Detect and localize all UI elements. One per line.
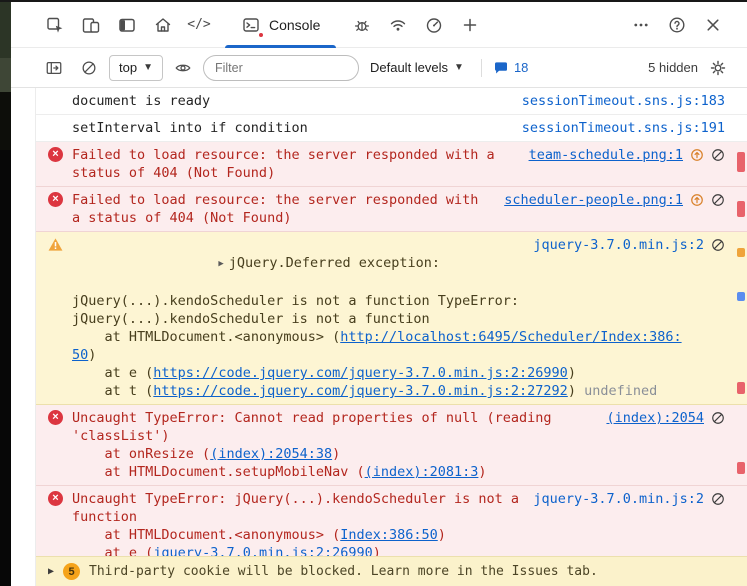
console-toolbar: top ▼ Default levels ▼ 18 5 hidden — [11, 48, 747, 88]
console-message-error: × Uncaught TypeError: jQuery(...).kendoS… — [36, 486, 747, 556]
messages-counter[interactable]: 18 — [493, 60, 528, 76]
copilot-explain-icon[interactable] — [711, 238, 725, 252]
performance-icon[interactable] — [416, 8, 452, 42]
error-icon: × — [48, 147, 63, 162]
copilot-explain-icon[interactable] — [711, 492, 725, 506]
source-link[interactable]: jquery-3.7.0.min.js:2 — [533, 490, 704, 508]
message-text: document is ready — [72, 92, 510, 110]
error-icon: × — [48, 192, 63, 207]
error-icon: × — [48, 491, 63, 506]
more-options-icon[interactable] — [623, 8, 659, 42]
stack-frame: at onResize ((index):2054:38) — [72, 445, 682, 463]
scroll-error-mark[interactable] — [737, 292, 745, 301]
log-levels-label: Default levels — [370, 60, 448, 75]
expand-issues-icon[interactable]: ▶ — [48, 563, 54, 581]
frame-context-label: top — [119, 60, 137, 75]
chevron-down-icon: ▼ — [143, 63, 153, 73]
scroll-error-mark[interactable] — [737, 152, 745, 172]
message-text: Failed to load resource: the server resp… — [72, 146, 517, 182]
message-text: jQuery(...).kendoScheduler is not a func… — [72, 292, 725, 328]
undefined-value: undefined — [584, 383, 657, 399]
error-icon: × — [48, 410, 63, 425]
console-message-log: document is ready sessionTimeout.sns.js:… — [36, 88, 747, 115]
issue-bar-text: Third-party cookie will be blocked. Lear… — [89, 563, 598, 581]
stack-frame-link[interactable]: https://code.jquery.com/jquery-3.7.0.min… — [153, 383, 568, 399]
bug-icon[interactable] — [344, 8, 380, 42]
console-message-error: × Failed to load resource: the server re… — [36, 187, 747, 232]
scroll-error-mark[interactable] — [737, 462, 745, 474]
console-message-error: × Uncaught TypeError: Cannot read proper… — [36, 405, 747, 486]
copilot-explain-icon[interactable] — [711, 148, 725, 162]
search-web-icon[interactable] — [690, 193, 704, 207]
scroll-error-mark[interactable] — [737, 248, 745, 257]
stack-frame: at e (https://code.jquery.com/jquery-3.7… — [72, 364, 682, 382]
network-icon[interactable] — [380, 8, 416, 42]
source-link[interactable]: sessionTimeout.sns.js:183 — [522, 92, 725, 110]
clear-console-icon[interactable] — [74, 54, 104, 82]
stack-frame-link[interactable]: (index):2054:38 — [210, 446, 332, 462]
source-link[interactable]: scheduler-people.png:1 — [504, 191, 683, 209]
issues-bar[interactable]: ▶ 5 Third-party cookie will be blocked. … — [36, 556, 747, 586]
console-message-log: setInterval into if condition sessionTim… — [36, 115, 747, 142]
console-sidebar-toggle-icon[interactable] — [39, 54, 69, 82]
hidden-messages-label: 5 hidden — [648, 60, 698, 75]
console-settings-gear-icon[interactable] — [703, 54, 733, 82]
device-emulation-icon[interactable] — [73, 8, 109, 42]
home-icon[interactable] — [145, 8, 181, 42]
expand-stack-icon[interactable]: ▶ — [218, 255, 223, 273]
console-content: document is ready sessionTimeout.sns.js:… — [11, 88, 747, 586]
dock-panel-icon[interactable] — [109, 8, 145, 42]
log-levels-dropdown[interactable]: Default levels ▼ — [364, 55, 470, 81]
stack-frame-link[interactable]: https://code.jquery.com/jquery-3.7.0.min… — [153, 365, 568, 381]
stack-frame-link[interactable]: Index:386:50 — [340, 527, 438, 543]
console-message-warning: ▶ jQuery.Deferred exception: jquery-3.7.0… — [36, 232, 747, 405]
frame-context-selector[interactable]: top ▼ — [109, 55, 163, 81]
stack-frame: at HTMLDocument.<anonymous> (http://loca… — [72, 328, 682, 364]
stack-frame: at HTMLDocument.setupMobileNav ((index):… — [72, 463, 682, 481]
help-icon[interactable] — [659, 8, 695, 42]
elements-icon[interactable]: </> — [181, 8, 217, 42]
message-text: Uncaught TypeError: jQuery(...).kendoSch… — [72, 490, 521, 526]
page-background-strip — [0, 2, 11, 586]
console-error-badge — [257, 31, 265, 39]
live-expression-eye-icon[interactable] — [168, 54, 198, 82]
stack-frame: at t (https://code.jquery.com/jquery-3.7… — [72, 382, 682, 400]
tab-console[interactable]: Console — [221, 2, 340, 48]
add-tab-icon[interactable] — [452, 8, 488, 42]
stack-frame: at HTMLDocument.<anonymous> (Index:386:5… — [72, 526, 682, 544]
search-web-icon[interactable] — [690, 148, 704, 162]
console-message-error: × Failed to load resource: the server re… — [36, 142, 747, 187]
console-pane: document is ready sessionTimeout.sns.js:… — [36, 88, 747, 586]
scroll-error-mark[interactable] — [737, 382, 745, 394]
stack-frame-link[interactable]: (index):2081:3 — [365, 464, 479, 480]
stack-frame: at e (jquery-3.7.0.min.js:2:26990) — [72, 544, 682, 556]
console-icon — [241, 15, 261, 35]
copilot-explain-icon[interactable] — [711, 193, 725, 207]
devtools-panel: </> Console — [11, 2, 747, 586]
messages-count-label: 18 — [514, 60, 528, 75]
close-icon[interactable] — [695, 8, 731, 42]
tab-console-label: Console — [269, 17, 320, 33]
filter-input[interactable] — [203, 55, 359, 81]
source-link[interactable]: (index):2054 — [606, 409, 704, 427]
console-left-gutter — [11, 88, 36, 586]
devtools-main-toolbar: </> Console — [11, 2, 747, 48]
inspect-icon[interactable] — [37, 8, 73, 42]
scroll-error-mark[interactable] — [737, 201, 745, 217]
warning-icon — [48, 237, 63, 252]
devtools-window: </> Console — [0, 0, 747, 586]
message-text: setInterval into if condition — [72, 119, 510, 137]
source-link[interactable]: sessionTimeout.sns.js:191 — [522, 119, 725, 137]
copilot-explain-icon[interactable] — [711, 411, 725, 425]
message-bubble-icon — [493, 60, 509, 76]
stack-frame-link[interactable]: jquery-3.7.0.min.js:2:26990 — [153, 545, 372, 556]
source-link[interactable]: jquery-3.7.0.min.js:2 — [533, 236, 704, 254]
message-text: Uncaught TypeError: Cannot read properti… — [72, 409, 594, 445]
chevron-down-icon: ▼ — [454, 63, 464, 73]
message-text: jQuery.Deferred exception: — [229, 255, 440, 271]
issue-count-badge: 5 — [63, 563, 80, 580]
message-text: Failed to load resource: the server resp… — [72, 191, 492, 227]
console-messages: document is ready sessionTimeout.sns.js:… — [36, 88, 747, 556]
source-link[interactable]: team-schedule.png:1 — [529, 146, 683, 164]
